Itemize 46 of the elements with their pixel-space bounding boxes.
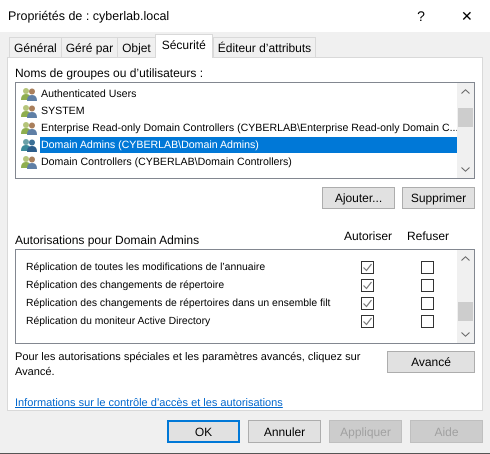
column-header: Autoriser (342, 229, 394, 243)
scrollbar[interactable] (457, 250, 474, 343)
tab[interactable]: Éditeur d’attributs (212, 37, 316, 57)
window-title: Propriétés de : cyberlab.local (8, 9, 170, 23)
users-icon (21, 104, 37, 118)
scrollbar-thumb[interactable] (458, 302, 473, 321)
dialog-button[interactable]: Ajouter... (322, 187, 395, 209)
tab[interactable]: Objet (117, 37, 156, 57)
checkbox[interactable] (420, 260, 434, 274)
user-list-item[interactable]: Domain Controllers (CYBERLAB\Domain Controllers) (16, 153, 457, 170)
dialog-button[interactable]: Supprimer (402, 187, 475, 209)
tab[interactable]: Géré par (60, 37, 118, 57)
scroll-up-icon[interactable] (461, 89, 470, 94)
scroll-down-icon[interactable] (461, 167, 470, 172)
permission-name: Réplication de toutes les modifications de l’annuaire (26, 262, 266, 272)
user-list-item[interactable]: Authenticated Users (16, 85, 457, 102)
permission-name: Réplication des changements de répertoires dans un ensemble filt (26, 298, 332, 308)
users-icon (21, 138, 37, 152)
dialog-button[interactable]: OK (167, 420, 240, 443)
permissions-label: Autorisations pour Domain Admins (15, 233, 200, 247)
advanced-button[interactable]: Avancé (387, 351, 475, 373)
permission-name: Réplication des changements de répertoire (26, 280, 226, 290)
help-link[interactable]: Informations sur le contrôle d’accès et les autorisations (15, 397, 283, 409)
scrollbar-thumb[interactable] (458, 108, 473, 127)
user-list-item[interactable]: SYSTEM (16, 102, 457, 119)
checkbox[interactable] (420, 296, 434, 310)
tab[interactable]: Général (9, 37, 62, 57)
checkbox[interactable] (360, 296, 374, 310)
users-icon (21, 120, 37, 134)
scroll-down-icon[interactable] (461, 332, 470, 337)
checkbox[interactable] (360, 278, 374, 292)
checkbox[interactable] (360, 314, 374, 328)
checkbox[interactable] (420, 278, 434, 292)
scrollbar[interactable] (457, 83, 474, 178)
users-icon (21, 154, 37, 168)
advanced-hint: Pour les autorisations spéciales et les paramètres avancés, cliquez sur Avancé. (15, 350, 362, 380)
tab[interactable]: Sécurité (154, 34, 213, 58)
groups-label: Noms de groupes ou d’utilisateurs : (15, 66, 204, 80)
users-icon (21, 86, 37, 100)
scroll-up-icon[interactable] (461, 256, 470, 261)
dialog-button[interactable]: Annuler (248, 420, 321, 443)
permission-name: Réplication du moniteur Active Directory (26, 316, 212, 326)
checkbox[interactable] (420, 314, 434, 328)
checkbox[interactable] (360, 260, 374, 274)
column-header: Refuser (406, 229, 450, 243)
user-list-item[interactable]: Enterprise Read-only Domain Controllers (CYBERLAB\Enterprise Read-only Domain C... (16, 119, 457, 136)
